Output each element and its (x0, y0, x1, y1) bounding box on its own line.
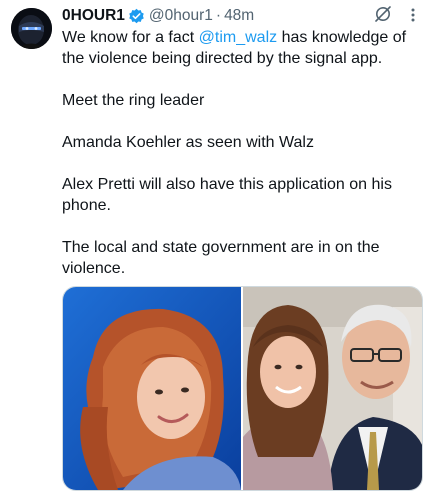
media-photo-2[interactable] (243, 287, 422, 490)
post-header: 0HOUR1 @0hour1 · 48m (62, 5, 423, 27)
post-text-segment: We know for a fact (62, 29, 199, 46)
author-handle[interactable]: @0hour1 (149, 7, 213, 25)
author-avatar[interactable] (11, 8, 52, 49)
media-grid (62, 286, 423, 491)
post-timestamp[interactable]: 48m (224, 7, 254, 25)
more-options-icon[interactable] (410, 6, 416, 24)
header-separator: · (215, 7, 222, 24)
verified-badge-icon (128, 8, 145, 25)
post-text: We know for a fact @tim_walz has knowled… (62, 27, 422, 300)
author-display-name[interactable]: 0HOUR1 (62, 7, 125, 25)
grok-icon[interactable] (374, 5, 392, 23)
post-paragraph: Meet the ring leader (62, 92, 205, 109)
post-paragraph: Alex Pretti will also have this applicat… (62, 176, 392, 214)
media-photo-1[interactable] (63, 287, 241, 490)
post-paragraph: The local and state government are in on… (62, 239, 380, 277)
post-paragraph: Amanda Koehler as seen with Walz (62, 134, 314, 151)
mention-link[interactable]: @tim_walz (199, 29, 277, 46)
post-paragraph: We know for a fact @tim_walz has knowled… (62, 27, 422, 69)
